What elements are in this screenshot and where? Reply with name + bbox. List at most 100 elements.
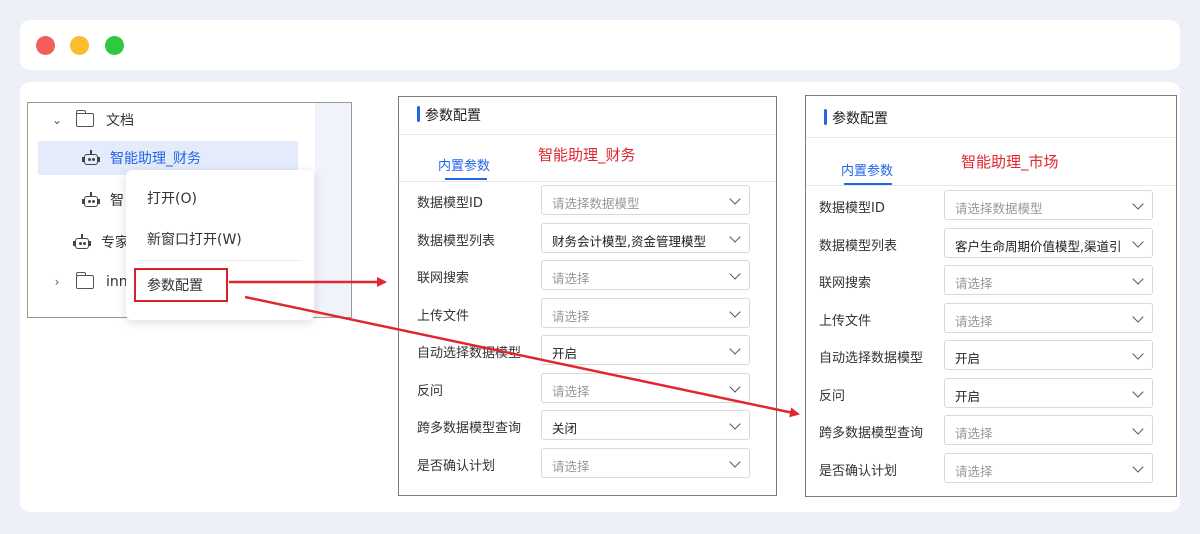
chevron-down-icon[interactable] xyxy=(1132,460,1144,473)
panel-header: 参数配置 xyxy=(806,96,1176,138)
field-select[interactable]: 请选择 xyxy=(541,260,750,290)
field-label: 上传文件 xyxy=(417,308,470,324)
select-value: 请选择数据模型 xyxy=(552,196,640,211)
chevron-down-icon[interactable] xyxy=(1132,385,1144,398)
chevron-down-icon[interactable] xyxy=(729,380,741,393)
chevron-down-icon[interactable] xyxy=(729,343,741,355)
tab-builtin-params[interactable]: 内置参数 xyxy=(841,160,893,179)
field-select[interactable]: 请选择 xyxy=(944,265,1153,295)
panel-title: 参数配置 xyxy=(832,111,888,127)
field-select[interactable]: 开启 xyxy=(541,335,750,365)
select-value: 客户生命周期价值模型,渠道引 xyxy=(955,238,1122,254)
select-value: 请选择 xyxy=(552,271,590,286)
field-select[interactable]: 请选择 xyxy=(944,302,1153,333)
close-window-button[interactable] xyxy=(36,36,55,55)
chevron-down-icon[interactable]: ⌄ xyxy=(50,113,64,127)
maximize-window-button[interactable] xyxy=(105,36,124,55)
field-label: 是否确认计划 xyxy=(819,463,898,479)
tree-item-label: 智 xyxy=(110,193,124,209)
tree-scroll-strip[interactable] xyxy=(315,103,351,317)
field-select[interactable]: 请选择 xyxy=(541,447,750,478)
chevron-down-icon[interactable] xyxy=(729,455,741,468)
field-label: 跨多数据模型查询 xyxy=(819,426,924,441)
select-value: 请选择数据模型 xyxy=(955,201,1043,216)
tree-item-label: 文档 xyxy=(106,113,134,129)
field-label: 联网搜索 xyxy=(819,276,872,291)
tree-item-folder-inn[interactable]: › inn xyxy=(50,265,128,299)
accent-bar xyxy=(417,106,420,122)
accent-bar xyxy=(824,109,827,125)
field-label: 跨多数据模型查询 xyxy=(417,421,522,436)
chevron-down-icon[interactable] xyxy=(729,193,741,205)
tree-item-agent-2[interactable]: 智 xyxy=(82,183,124,217)
select-value: 请选择 xyxy=(955,313,993,329)
menu-item-open[interactable]: 打开(O) xyxy=(147,188,197,208)
agent-name-annotation: 智能助理_市场 xyxy=(961,153,1059,171)
chevron-down-icon[interactable] xyxy=(729,230,741,243)
chevron-down-icon[interactable] xyxy=(1132,423,1144,435)
field-label: 联网搜索 xyxy=(417,271,470,286)
field-label: 数据模型列表 xyxy=(819,238,898,254)
field-label: 是否确认计划 xyxy=(417,458,496,474)
select-value: 请选择 xyxy=(552,308,590,324)
minimize-window-button[interactable] xyxy=(70,36,89,55)
menu-divider xyxy=(138,260,302,261)
chevron-down-icon[interactable] xyxy=(1132,273,1144,285)
tabs-divider xyxy=(399,181,776,182)
select-value: 请选择 xyxy=(955,426,993,441)
select-value: 请选择 xyxy=(955,276,993,291)
chevron-down-icon[interactable] xyxy=(729,268,741,280)
tree-item-label: inn xyxy=(106,274,128,290)
chevron-down-icon[interactable] xyxy=(1132,198,1144,210)
robot-icon xyxy=(82,192,100,208)
select-value: 请选择 xyxy=(955,463,993,479)
field-select[interactable]: 关闭 xyxy=(541,410,750,440)
tree-item-agent-expert[interactable]: 专家 xyxy=(73,225,129,259)
tree-item-label: 智能助理_财务 xyxy=(110,151,201,167)
field-label: 数据模型ID xyxy=(417,196,483,211)
chevron-down-icon[interactable] xyxy=(1132,235,1144,248)
field-select[interactable]: 客户生命周期价值模型,渠道引 xyxy=(944,227,1153,258)
field-select[interactable]: 请选择 xyxy=(541,372,750,403)
field-select[interactable]: 开启 xyxy=(944,340,1153,370)
chevron-down-icon[interactable] xyxy=(729,305,741,318)
panel-title: 参数配置 xyxy=(425,108,481,124)
select-value: 开启 xyxy=(955,351,981,366)
panel-header: 参数配置 xyxy=(399,97,776,135)
field-label: 自动选择数据模型 xyxy=(819,351,924,366)
agent-name-annotation: 智能助理_财务 xyxy=(538,146,636,164)
field-select[interactable]: 请选择 xyxy=(944,415,1153,445)
field-select[interactable]: 开启 xyxy=(944,377,1153,408)
param-config-panel-right: 参数配置 内置参数 智能助理_市场 数据模型ID 请选择数据模型 数据模型列表 客户生… xyxy=(805,95,1177,497)
folder-icon xyxy=(75,110,94,127)
field-label: 数据模型列表 xyxy=(417,233,496,249)
chevron-down-icon[interactable] xyxy=(1132,310,1144,323)
select-value: 请选择 xyxy=(552,458,590,474)
field-label: 反问 xyxy=(417,383,444,399)
field-label: 上传文件 xyxy=(819,313,872,329)
window-titlebar xyxy=(20,20,1180,70)
select-value: 开启 xyxy=(955,388,981,404)
tab-builtin-params[interactable]: 内置参数 xyxy=(438,155,490,174)
chevron-down-icon[interactable] xyxy=(1132,348,1144,360)
field-label: 反问 xyxy=(819,388,846,404)
tree-item-folder-docs[interactable]: ⌄ 文档 xyxy=(50,103,134,137)
field-select[interactable]: 财务会计模型,资金管理模型 xyxy=(541,222,750,253)
select-value: 财务会计模型,资金管理模型 xyxy=(552,233,706,249)
field-select[interactable]: 请选择 xyxy=(541,297,750,328)
field-select[interactable]: 请选择数据模型 xyxy=(541,185,750,215)
highlight-box xyxy=(134,268,228,302)
chevron-right-icon[interactable]: › xyxy=(50,275,64,289)
select-value: 开启 xyxy=(552,346,578,361)
chevron-down-icon[interactable] xyxy=(729,418,741,430)
robot-icon xyxy=(82,150,100,166)
field-select[interactable]: 请选择数据模型 xyxy=(944,190,1153,220)
tabs-divider xyxy=(806,185,1176,186)
select-value: 请选择 xyxy=(552,383,590,399)
menu-item-open-new-window[interactable]: 新窗口打开(W) xyxy=(147,229,242,249)
folder-icon xyxy=(75,272,94,289)
robot-icon xyxy=(73,234,91,250)
tab-underline xyxy=(445,178,487,180)
select-value: 关闭 xyxy=(552,421,578,436)
field-select[interactable]: 请选择 xyxy=(944,452,1153,483)
